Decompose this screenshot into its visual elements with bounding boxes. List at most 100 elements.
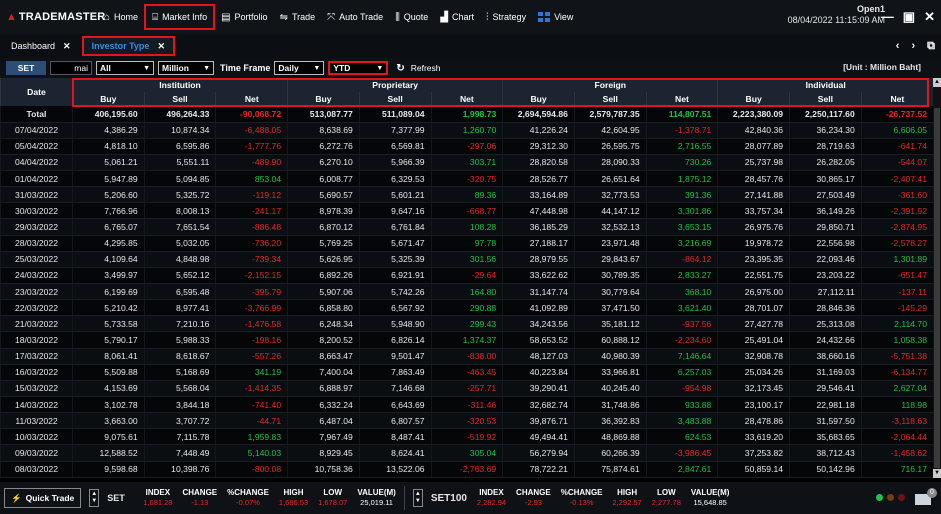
- menu-market-info[interactable]: ⌸ Market Info: [144, 4, 216, 30]
- col-header-buy[interactable]: Buy: [717, 92, 790, 106]
- col-header-sell[interactable]: Sell: [143, 92, 216, 106]
- maximize-icon[interactable]: ▣: [903, 9, 915, 25]
- index-stepper[interactable]: ▲ ▼: [89, 489, 100, 507]
- menu-trade[interactable]: ⇋ Trade: [274, 6, 322, 28]
- table-row[interactable]: 16/03/2022 5,509.88 5,168.69 341.19 7,400.04…: [0, 364, 933, 381]
- minimize-icon[interactable]: —: [881, 9, 894, 25]
- col-header-sell[interactable]: Sell: [573, 92, 647, 106]
- cell-sell: 10,398.76: [143, 461, 216, 478]
- table-row[interactable]: 15/03/2022 4,153.69 5,568.04 -1,414.35 6,888…: [0, 380, 933, 398]
- cell-sell: 5,948.90: [358, 315, 432, 333]
- scrollbar-thumb[interactable]: [934, 108, 940, 468]
- table-row[interactable]: 24/03/2022 3,499.97 5,652.12 -2,152.15 6,892…: [0, 267, 933, 285]
- time-frame-select[interactable]: Daily ▼: [274, 61, 325, 75]
- table-row[interactable]: 05/04/2022 4,818.10 6,595.86 -1,777.76 6,272…: [0, 138, 933, 155]
- menu-chart[interactable]: ▟ Chart: [434, 6, 480, 28]
- table-row[interactable]: 17/03/2022 8,061.41 8,618.67 -557.26 8,663.4…: [0, 348, 933, 365]
- menu-quote[interactable]: ⫼ Quote: [389, 6, 434, 28]
- table-row[interactable]: 11/03/2022 3,663.00 3,707.72 -44.71 6,487.04…: [0, 412, 933, 430]
- table-row[interactable]: 29/03/2022 6,765.07 7,651.54 -886.48 6,870.1…: [0, 218, 933, 236]
- scroll-up-icon[interactable]: ▲: [933, 78, 941, 87]
- row-date: 14/03/2022: [0, 396, 73, 414]
- index-stepper[interactable]: ▲ ▼: [412, 489, 423, 507]
- table-row[interactable]: 28/03/2022 4,295.85 5,032.05 -736.20 5,769.2…: [0, 235, 933, 252]
- cell-net: -2,763.69: [430, 461, 503, 478]
- cell-sell: 7,146.68: [358, 380, 432, 398]
- cell-net: -641.74: [860, 138, 933, 155]
- table-row[interactable]: 14/03/2022 3,102.78 3,844.18 -741.40 6,332.2…: [0, 396, 933, 414]
- tab-investor-type[interactable]: Investor Type ✕: [81, 36, 175, 56]
- cell-net: -395.79: [215, 283, 288, 301]
- menu-home[interactable]: ⌂ Home: [98, 6, 144, 28]
- table-row[interactable]: 31/03/2022 5,206.60 5,325.72 -119.12 5,690.5…: [0, 186, 933, 204]
- period-select-value: YTD: [333, 63, 351, 73]
- tab-bar: Dashboard ✕ Investor Type ✕ ‹ › ⧉: [0, 34, 941, 58]
- table-row[interactable]: 10/03/2022 9,075.61 7,115.78 1,959.83 7,967.…: [0, 428, 933, 446]
- date-header[interactable]: Date: [0, 78, 73, 106]
- table-row[interactable]: 23/03/2022 6,199.69 6,595.48 -395.79 5,907.0…: [0, 283, 933, 301]
- cell-sell: 26,651.64: [573, 170, 647, 188]
- period-select[interactable]: YTD ▼: [328, 61, 389, 75]
- symbol-input[interactable]: [50, 61, 92, 75]
- market-set-button[interactable]: SET: [6, 61, 46, 75]
- table-row[interactable]: 07/04/2022 4,386.29 10,874.34 -6,488.05 8,63…: [0, 122, 933, 139]
- table-row[interactable]: 30/03/2022 7,766.96 8,008.13 -241.17 8,978.3…: [0, 202, 933, 220]
- chevron-right-icon[interactable]: ›: [911, 40, 915, 53]
- trade-icon: ⇋: [279, 11, 288, 23]
- close-icon[interactable]: ✕: [924, 9, 935, 25]
- col-header-buy[interactable]: Buy: [502, 92, 575, 106]
- table-row[interactable]: 04/04/2022 5,061.21 5,551.11 -489.90 6,270.1…: [0, 154, 933, 172]
- menu-auto-trade[interactable]: ⤧ Auto Trade: [321, 6, 389, 28]
- table-row-total[interactable]: Total 406,195.60 496,264.33 -90,068.72 513,0…: [0, 106, 933, 123]
- close-tab-icon[interactable]: ✕: [63, 41, 71, 52]
- col-header-net[interactable]: Net: [860, 92, 933, 106]
- row-date: 07/04/2022: [0, 122, 73, 139]
- col-header-net[interactable]: Net: [645, 92, 718, 106]
- menu-view[interactable]: View: [532, 6, 579, 28]
- cell-net: -1,414.35: [215, 380, 288, 398]
- col-header-net[interactable]: Net: [215, 92, 288, 106]
- col-header-sell[interactable]: Sell: [358, 92, 432, 106]
- menu-portfolio[interactable]: ▤ Portfolio: [215, 6, 273, 28]
- table-row[interactable]: 21/03/2022 5,733.58 7,210.16 -1,476.58 6,248…: [0, 315, 933, 333]
- group-header-individual: Individual: [717, 78, 933, 92]
- cell-sell: 36,149.26: [789, 202, 862, 220]
- close-tab-icon[interactable]: ✕: [157, 41, 165, 52]
- detach-window-icon[interactable]: ⧉: [927, 40, 935, 53]
- cell-net: 1,374.37: [430, 331, 503, 349]
- col-header-net[interactable]: Net: [430, 92, 503, 106]
- tab-dashboard[interactable]: Dashboard ✕: [3, 36, 79, 56]
- table-row[interactable]: 22/03/2022 5,210.42 8,977.41 -3,766.99 6,858…: [0, 299, 933, 317]
- row-date: 09/03/2022: [0, 444, 73, 462]
- messages-button[interactable]: 0: [915, 488, 937, 505]
- cell-net: -463.45: [430, 364, 503, 381]
- cell-net: 164.80: [430, 283, 503, 301]
- col-header-buy[interactable]: Buy: [72, 92, 145, 106]
- investor-select[interactable]: All ▼: [96, 61, 154, 75]
- cell-net: 341.19: [215, 364, 288, 381]
- unit-select[interactable]: Million ▼: [158, 61, 214, 75]
- cell-buy: 25,491.04: [717, 331, 790, 349]
- refresh-button[interactable]: ↻ Refresh: [396, 63, 440, 74]
- cell-net: 391.36: [645, 186, 718, 204]
- quick-trade-button[interactable]: ⚡ Quick Trade: [4, 488, 82, 508]
- table-group-header: Date Institution Proprietary Foreign Ind…: [0, 78, 933, 106]
- table-row[interactable]: 08/03/2022 9,598.68 10,398.76 -800.08 10,758…: [0, 461, 933, 478]
- col-header-buy[interactable]: Buy: [287, 92, 360, 106]
- scroll-down-icon[interactable]: ▼: [933, 469, 941, 478]
- cell-net: 933.88: [645, 396, 718, 414]
- cell-sell: 7,115.78: [143, 428, 216, 446]
- table-scrollbar[interactable]: ▲ ▼: [933, 78, 941, 478]
- table-row[interactable]: 09/03/2022 12,588.52 7,448.49 5,140.03 8,929…: [0, 444, 933, 462]
- table-row[interactable]: 01/04/2022 5,947.89 5,094.85 853.04 6,008.77…: [0, 170, 933, 188]
- main-menu: ⌂ Home ⌸ Market Info ▤ Portfolio ⇋ Trade ⤧ Au…: [98, 0, 579, 34]
- cell-net: 11,758.30: [860, 477, 933, 478]
- menu-strategy-label: Strategy: [492, 12, 527, 22]
- menu-strategy[interactable]: ⫶ Strategy: [480, 6, 532, 28]
- cell-buy: 23,395.35: [717, 251, 790, 268]
- table-row[interactable]: 07/03/20226,001.8212,585.47-6,583.658,85…: [0, 477, 933, 478]
- chevron-left-icon[interactable]: ‹: [896, 40, 900, 53]
- table-row[interactable]: 25/03/2022 4,109.64 4,848.98 -739.34 5,626.9…: [0, 251, 933, 268]
- table-row[interactable]: 18/03/2022 5,790.17 5,988.33 -198.16 8,200.5…: [0, 331, 933, 349]
- col-header-sell[interactable]: Sell: [789, 92, 862, 106]
